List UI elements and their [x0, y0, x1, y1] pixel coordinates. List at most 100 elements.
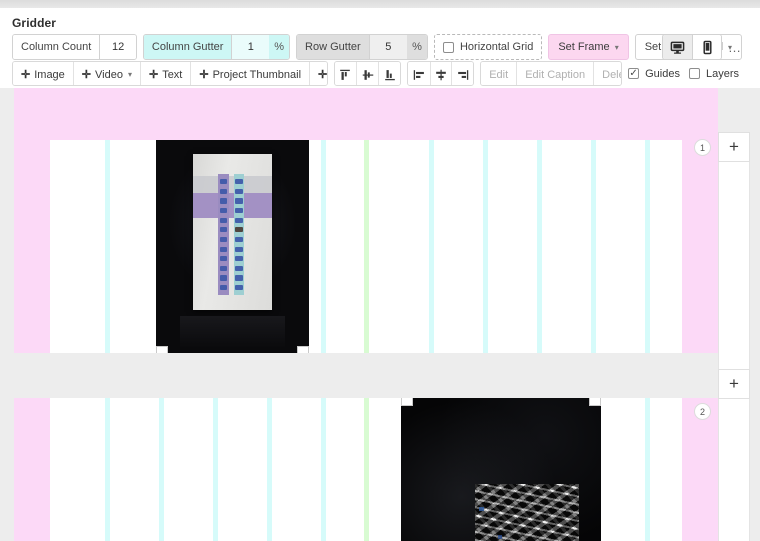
- gutter-guide: [537, 140, 542, 353]
- row-gutter-label: Row Gutter: [297, 35, 369, 59]
- row-gutter-field[interactable]: Row Gutter 5 %: [296, 34, 428, 60]
- stripe-tick: [235, 237, 243, 242]
- gutter-guide: [321, 140, 326, 353]
- layers-toggle[interactable]: Layers: [689, 68, 739, 80]
- column-gutter-field[interactable]: Column Gutter 1 %: [143, 34, 290, 60]
- add-row-button-1[interactable]: +: [718, 132, 750, 162]
- add-project-thumbnail-button[interactable]: ✛ Project Thumbnail: [190, 62, 309, 86]
- guides-toggle[interactable]: Guides: [628, 68, 680, 80]
- row-1-guides: [14, 140, 718, 353]
- column-gutter-input[interactable]: 1: [231, 35, 269, 59]
- desktop-view-button[interactable]: [663, 35, 692, 59]
- align-middle-button[interactable]: [356, 62, 378, 86]
- row-number-badge-2[interactable]: 2: [694, 403, 711, 420]
- stripe-tick: [235, 256, 243, 261]
- photo-2-blue-accent: [479, 507, 484, 511]
- add-image-button[interactable]: ✛ Image: [13, 62, 73, 86]
- add-content-group: ✛ Image ✛ Video ▾ ✛ Text ✛ Project Thumb…: [12, 61, 328, 86]
- grid-item-image-2[interactable]: [401, 398, 601, 541]
- edit-button[interactable]: Edit: [481, 62, 516, 86]
- photo-2-inset: [475, 484, 579, 541]
- stripe-tick: [235, 189, 243, 194]
- align-top-button[interactable]: [335, 62, 357, 86]
- row-number-badge-1[interactable]: 1: [694, 139, 711, 156]
- gutter-guide: [105, 398, 110, 541]
- add-more-button[interactable]: ✛ More ▾: [309, 62, 328, 86]
- edit-caption-button[interactable]: Edit Caption: [516, 62, 593, 86]
- gutter-guide: [159, 398, 164, 541]
- photo-1-card: [193, 154, 271, 310]
- add-row-button-2[interactable]: +: [718, 369, 750, 399]
- align-middle-icon: [361, 68, 375, 82]
- view-mode-cluster: …: [662, 34, 748, 60]
- grid-settings-toolbar: Column Count 12 Column Gutter 1 % Row Gu…: [12, 34, 748, 60]
- add-image-label: Image: [34, 69, 65, 81]
- set-frame-button[interactable]: Set Frame ▾: [548, 34, 628, 60]
- add-text-button[interactable]: ✛ Text: [140, 62, 190, 86]
- page-frame: [14, 88, 718, 541]
- column-count-field[interactable]: Column Count 12: [12, 34, 137, 60]
- resize-handle-bottom-right[interactable]: [297, 346, 309, 353]
- stripe-tick: [235, 198, 243, 203]
- horizontal-grid-toggle[interactable]: Horizontal Grid: [434, 34, 542, 60]
- grid-canvas[interactable]: [0, 88, 760, 541]
- add-video-label: Video: [95, 69, 123, 81]
- layers-checkbox[interactable]: [689, 68, 700, 79]
- mobile-view-button[interactable]: [692, 35, 721, 59]
- stripe-tick: [235, 227, 243, 232]
- grid-row-1[interactable]: [14, 140, 718, 353]
- align-center-button[interactable]: [430, 62, 452, 86]
- stripe-tick: [220, 189, 228, 194]
- align-bottom-icon: [383, 68, 397, 82]
- resize-handle-top-left[interactable]: [401, 398, 413, 406]
- align-left-button[interactable]: [408, 62, 430, 86]
- horizontal-grid-checkbox[interactable]: [443, 42, 454, 53]
- stripe-tick: [235, 247, 243, 252]
- gutter-guide: [645, 140, 650, 353]
- stripe-tick: [220, 198, 228, 203]
- stripe-tick: [220, 256, 228, 261]
- guides-label: Guides: [645, 68, 680, 80]
- gutter-guide: [591, 140, 596, 353]
- resize-handle-top-right[interactable]: [589, 398, 601, 406]
- grid-row-2[interactable]: [14, 398, 718, 541]
- align-bottom-button[interactable]: [378, 62, 400, 86]
- photo-1-reflection: [180, 316, 284, 349]
- stripe-tick: [220, 266, 228, 271]
- stripe-tick: [235, 275, 243, 280]
- gutter-guide: [267, 398, 272, 541]
- align-right-button[interactable]: [451, 62, 473, 86]
- stripe-tick: [220, 227, 228, 232]
- photo-1-top-band: [193, 176, 271, 195]
- delete-button[interactable]: Delete: [593, 62, 622, 86]
- add-project-thumbnail-label: Project Thumbnail: [213, 69, 301, 81]
- overflow-menu-button[interactable]: …: [722, 34, 748, 60]
- window-titlebar: [0, 0, 760, 8]
- stripe-tick: [220, 179, 228, 184]
- gridder-window: Gridder Column Count 12 Column Gutter 1 …: [0, 0, 760, 541]
- photo-2-texture-b: [475, 484, 579, 541]
- mobile-icon: [700, 40, 715, 55]
- guides-checkbox[interactable]: [628, 68, 639, 79]
- plus-icon: ✛: [199, 68, 208, 81]
- resize-handle-bottom-left[interactable]: [156, 346, 168, 353]
- stripe-tick: [220, 237, 228, 242]
- photo-1-purple-stripe: [218, 174, 228, 294]
- view-mode-segment[interactable]: [662, 34, 722, 60]
- add-video-button[interactable]: ✛ Video ▾: [73, 62, 140, 86]
- align-left-icon: [412, 68, 426, 82]
- set-frame-label: Set Frame: [558, 41, 609, 53]
- layers-label: Layers: [706, 68, 739, 80]
- column-count-input[interactable]: 12: [99, 35, 136, 59]
- photo-1-purple-band: [193, 193, 271, 218]
- column-gutter-label: Column Gutter: [144, 35, 232, 59]
- add-text-label: Text: [162, 69, 182, 81]
- column-count-label: Column Count: [13, 35, 99, 59]
- titlebar-gradient: [0, 0, 760, 8]
- row-2-guides: [14, 398, 718, 541]
- grid-item-image-1[interactable]: [156, 140, 309, 353]
- row-gutter-input[interactable]: 5: [369, 35, 407, 59]
- chevron-down-icon: ▾: [128, 70, 132, 79]
- stripe-tick: [220, 208, 228, 213]
- photo-2-blue-accent: [498, 535, 502, 538]
